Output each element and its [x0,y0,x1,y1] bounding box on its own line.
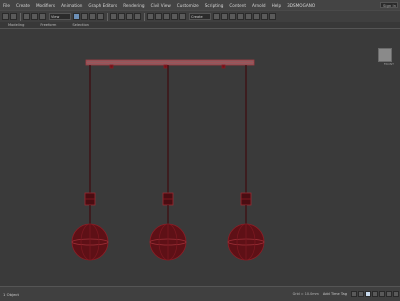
render-setup-button[interactable] [261,13,268,20]
menu-graph-editors[interactable]: Graph Editors [85,3,120,8]
bind-space-warp-button[interactable] [39,13,46,20]
socket-left [84,192,96,226]
menu-brand[interactable]: 3DSMOGANO [284,3,318,8]
menu-arnold[interactable]: Arnold [249,3,269,8]
ribbon-tab-freeform[interactable]: Freeform [32,23,64,27]
toolbar-separator [107,12,108,21]
field-of-view-button[interactable] [372,291,378,297]
ribbon-tab-modeling[interactable]: Modeling [0,23,32,27]
globe-center [149,223,187,261]
render-button[interactable] [269,13,276,20]
add-time-tag-button[interactable]: Add Time Tag [323,292,347,296]
rectangular-selection-button[interactable] [89,13,96,20]
menu-bar: File Create Modifiers Animation Graph Ed… [0,0,400,10]
angle-snap-button[interactable] [163,13,170,20]
sign-in-field[interactable]: Sign In [380,2,398,8]
socket-right [240,192,252,226]
orbit-button[interactable] [386,291,392,297]
spinner-snap-button[interactable] [179,13,186,20]
material-editor-button[interactable] [253,13,260,20]
rotate-button[interactable] [118,13,125,20]
selection-filter-dropdown[interactable]: View [49,13,71,20]
menu-modifiers[interactable]: Modifiers [33,3,58,8]
curve-editor-button[interactable] [237,13,244,20]
bar-clip-left [109,64,114,69]
zoom-all-button[interactable] [358,291,364,297]
scale-button[interactable] [126,13,133,20]
app-window: File Create Modifiers Animation Graph Ed… [0,0,400,301]
window-crossing-button[interactable] [97,13,104,20]
undo-button[interactable] [2,13,9,20]
select-by-name-button[interactable] [81,13,88,20]
bar-clip-right [221,64,226,69]
menu-scripting[interactable]: Scripting [202,3,227,8]
viewcube[interactable] [378,48,392,62]
align-button[interactable] [221,13,228,20]
globe-right [227,223,265,261]
toolbar-separator [20,12,21,21]
pendant-lamp-model[interactable] [0,29,400,287]
maximize-viewport-button[interactable] [393,291,399,297]
main-toolbar: View Create Selection Set [0,10,400,33]
mirror-button[interactable] [213,13,220,20]
layer-button[interactable] [229,13,236,20]
socket-center [162,192,174,226]
sign-in-area: Sign In [380,2,398,8]
zoom-extents-button[interactable] [365,291,371,297]
menu-create[interactable]: Create [13,3,33,8]
menu-help[interactable]: Help [269,3,285,8]
menu-customize[interactable]: Customize [174,3,202,8]
menu-file[interactable]: File [0,3,13,8]
placement-button[interactable] [134,13,141,20]
move-button[interactable] [110,13,117,20]
unlink-button[interactable] [31,13,38,20]
toolbar-separator [144,12,145,21]
named-selection-set-dropdown[interactable]: Create Selection Set [189,13,211,33]
status-bar: 1 Object Grid = 10.0mm Add Time Tag [0,286,400,301]
ribbon-tab-selection[interactable]: Selection [64,23,97,27]
zoom-button[interactable] [351,291,357,297]
schematic-view-button[interactable] [245,13,252,20]
percent-snap-button[interactable] [171,13,178,20]
menu-rendering[interactable]: Rendering [120,3,147,8]
link-button[interactable] [23,13,30,20]
snap-button[interactable] [155,13,162,20]
front-viewport[interactable]: FRONT [0,28,400,287]
pan-button[interactable] [379,291,385,297]
grid-readout: Grid = 10.0mm [292,292,319,296]
globe-left [71,223,109,261]
bar-clip-center [163,64,168,69]
status-text: 1 Object [3,291,19,297]
select-object-button[interactable] [73,13,80,20]
menu-animation[interactable]: Animation [58,3,85,8]
viewcube-label: FRONT [383,62,394,66]
menu-content[interactable]: Content [226,3,249,8]
pivot-button[interactable] [147,13,154,20]
menu-civil-view[interactable]: Civil View [148,3,174,8]
redo-button[interactable] [10,13,17,20]
